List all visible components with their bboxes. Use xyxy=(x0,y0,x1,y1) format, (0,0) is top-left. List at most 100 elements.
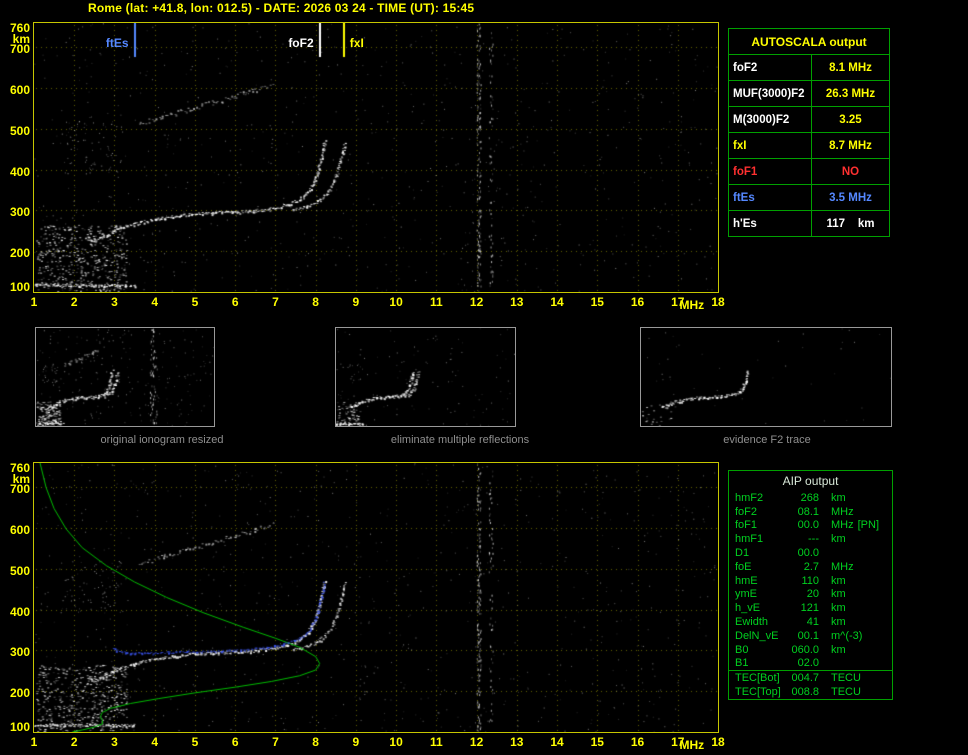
thumbnail-original-ionogram xyxy=(35,327,215,427)
top-x-tick-label: 14 xyxy=(550,295,564,309)
bottom-y-axis-unit-label: km xyxy=(12,472,30,486)
top-x-tick-label: 1 xyxy=(30,295,38,309)
aip-param-value: 00.0 xyxy=(797,547,819,560)
station-header: Rome (lat: +41.8, lon: 012.5) - DATE: 20… xyxy=(88,1,475,15)
top-x-tick-label: 7 xyxy=(272,295,279,309)
aip-row-Ewidth: Ewidth 41 km xyxy=(729,615,892,629)
bottom-x-tick-label: 11 xyxy=(430,735,443,749)
aip-param-name: B0 xyxy=(735,643,749,656)
aip-param-unit: km xyxy=(831,491,846,504)
aip-row-foE: foE 2.7 MHz xyxy=(729,560,892,574)
aip-param-name: hmF2 xyxy=(735,491,764,504)
aip-param-name: B1 xyxy=(735,657,749,670)
bottom-x-tick-label: 9 xyxy=(352,735,360,749)
aip-row-h_vE: h_vE 121 km xyxy=(729,601,892,615)
tec-param-name: TEC[Top] xyxy=(735,686,781,699)
thumbnail-f2-trace-canvas xyxy=(641,328,891,426)
aip-row-foF2: foF2 08.1 MHz xyxy=(729,505,892,519)
top-y-tick-label: 300 xyxy=(9,205,30,220)
autoscala-row-M(3000)F2: M(3000)F2 3.25 xyxy=(729,106,889,132)
aip-main-box: AIP output hmF2 268 km foF2 08.1 MHz foF1 00.0 M… xyxy=(728,470,893,672)
aip-param-unit: MHz xyxy=(831,505,854,518)
aip-param-value: 121 xyxy=(800,602,819,615)
bottom-y-tick-label: 300 xyxy=(9,645,30,660)
bottom-x-tick-label: 7 xyxy=(272,735,279,749)
thumbnail-no-multiples xyxy=(335,327,516,427)
autoscala-param-label: h'Es xyxy=(729,211,812,236)
aip-param-name: D1 xyxy=(735,547,750,560)
marker-label-fxI: fxI xyxy=(349,36,364,50)
bottom-x-tick-label: 8 xyxy=(312,735,319,749)
thumbnail-caption-original: original ionogram resized xyxy=(100,434,224,446)
thumbnail-f2-trace xyxy=(640,327,892,427)
marker-label-foF2: foF2 xyxy=(288,36,314,50)
aip-param-unit: MHz xyxy=(831,519,854,532)
autoscala-param-value: 8.1 MHz xyxy=(829,61,872,74)
aip-param-name: DelN_vE xyxy=(735,629,779,642)
top-x-tick-label: 3 xyxy=(111,295,118,309)
bottom-y-tick-label: 200 xyxy=(9,686,30,701)
bottom-y-tick-label: 600 xyxy=(9,523,30,538)
top-y-tick-label: 400 xyxy=(9,164,30,179)
bottom-y-tick-label: 400 xyxy=(9,604,30,619)
autoscala-row-MUF(3000)F2: MUF(3000)F2 26.3 MHz xyxy=(729,80,889,106)
tec-row-TEC[Bot]: TEC[Bot] 004.7 TECU xyxy=(729,671,892,685)
bottom-x-tick-label: 15 xyxy=(590,735,604,749)
ionogram-top-canvas xyxy=(34,23,718,292)
aip-param-unit: km xyxy=(831,616,846,629)
aip-param-value: 20 xyxy=(806,588,819,601)
top-y-axis-unit-label: km xyxy=(12,32,30,46)
autoscala-param-label: M(3000)F2 xyxy=(729,107,812,132)
bottom-x-tick-label: 10 xyxy=(389,735,403,749)
top-x-tick-label: 16 xyxy=(630,295,645,309)
top-y-tick-label: 600 xyxy=(9,83,30,98)
top-x-axis-unit-label: MHz xyxy=(679,298,705,312)
aip-param-name: ymE xyxy=(735,588,757,601)
autoscala-param-value: 8.7 MHz xyxy=(829,139,872,152)
aip-row-foF1: foF1 00.0 MHz [PN] xyxy=(729,519,892,533)
aip-row-hmF1: hmF1 --- km xyxy=(729,532,892,546)
autoscala-param-label: ftEs xyxy=(729,185,812,210)
thumbnail-caption-f2-trace: evidence F2 trace xyxy=(723,434,811,446)
autoscala-param-value: 117 km xyxy=(826,217,875,230)
top-x-tick-label: 9 xyxy=(352,295,360,309)
top-x-tick-label: 10 xyxy=(389,295,403,309)
ionogram-plot-bottom xyxy=(33,462,719,733)
bottom-x-tick-label: 18 xyxy=(711,735,725,749)
top-y-tick-label: 100 xyxy=(9,280,30,294)
aip-rows: hmF2 268 km foF2 08.1 MHz foF1 00.0 MHz [PN] hmF1-… xyxy=(729,491,892,670)
tec-param-value: 004.7 xyxy=(791,672,819,685)
aip-param-unit: km xyxy=(831,643,846,656)
top-x-tick-label: 18 xyxy=(711,295,725,309)
bottom-x-tick-label: 14 xyxy=(550,735,564,749)
tec-param-unit: TECU xyxy=(831,672,861,685)
bottom-x-tick-label: 3 xyxy=(111,735,118,749)
bottom-x-tick-label: 12 xyxy=(469,735,484,749)
bottom-x-tick-label: 2 xyxy=(70,735,78,749)
autoscala-row-foF2: foF2 8.1 MHz xyxy=(729,54,889,80)
autoscala-param-label: foF1 xyxy=(729,159,812,184)
aip-param-extra: [PN] xyxy=(857,519,880,532)
autoscala-row-foF1: foF1 NO xyxy=(729,158,889,184)
autoscala-output-panel: AUTOSCALA output foF2 8.1 MHz MUF(3000)F2 2… xyxy=(728,28,890,237)
thumbnail-caption-no-multiples: eliminate multiple reflections xyxy=(390,434,530,446)
aip-param-name: foE xyxy=(735,560,752,573)
bottom-x-tick-label: 4 xyxy=(151,735,159,749)
marker-label-ftEs: ftEs xyxy=(105,36,129,50)
aip-row-ymE: ymE 20 km xyxy=(729,588,892,602)
aip-row-DelN_vE: DelN_vE 00.1 m^(-3) xyxy=(729,629,892,643)
aip-param-value: --- xyxy=(808,533,819,546)
tec-param-unit: TECU xyxy=(831,686,861,699)
bottom-x-tick-label: 13 xyxy=(510,735,524,749)
aip-output-panel: AIP output hmF2 268 km foF2 08.1 MHz foF1 00.0 M… xyxy=(728,470,893,701)
bottom-x-axis-unit-label: MHz xyxy=(679,738,705,752)
autoscala-param-label: fxI xyxy=(729,133,812,158)
autoscala-param-value: 26.3 MHz xyxy=(825,87,876,100)
autoscala-app-window: Rome (lat: +41.8, lon: 012.5) - DATE: 20… xyxy=(0,0,968,755)
top-y-tick-label: 200 xyxy=(9,246,30,261)
autoscala-param-label: MUF(3000)F2 xyxy=(729,81,812,106)
autoscala-param-value: NO xyxy=(841,165,860,178)
aip-param-name: Ewidth xyxy=(735,616,769,629)
tec-output-box: TEC[Bot] 004.7 TECU TEC[Top] 008.8 TECU xyxy=(728,670,893,701)
ionogram-bottom-canvas xyxy=(34,463,718,732)
